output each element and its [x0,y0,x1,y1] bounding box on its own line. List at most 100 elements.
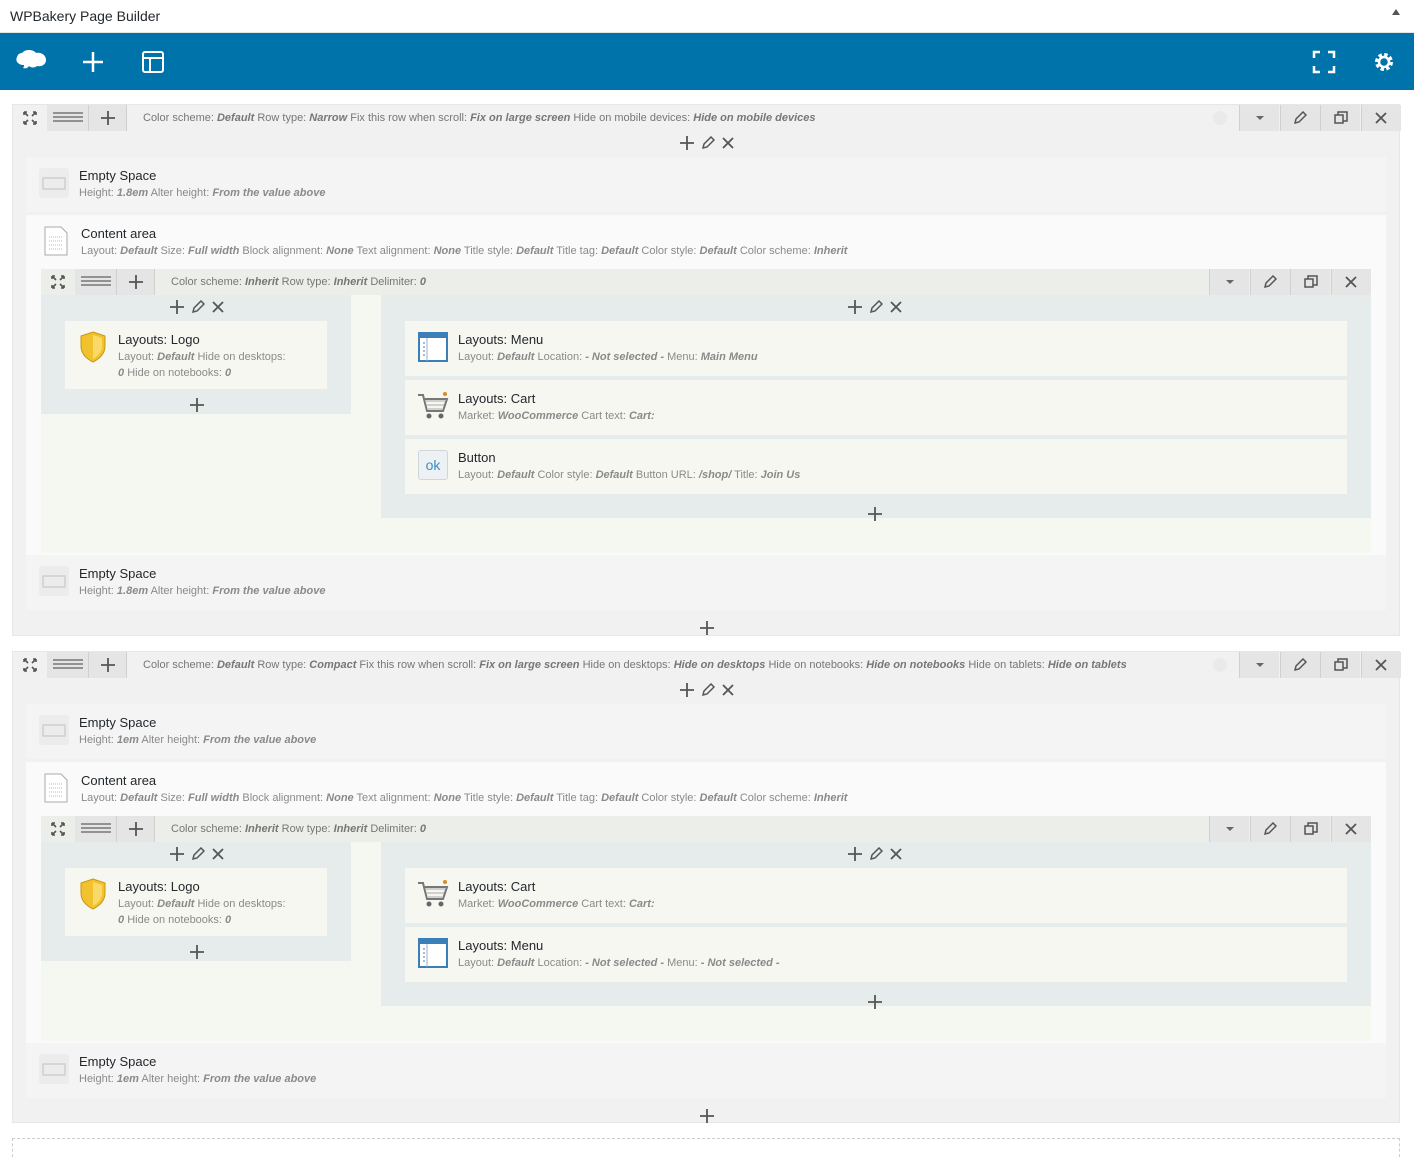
menu-element[interactable]: Layouts: Menu Layout: Default Location: -… [405,927,1347,982]
edit-column-icon[interactable] [869,299,884,317]
param-label: Height: [79,1073,117,1085]
empty-space-icon [38,714,70,746]
drag-handle-icon[interactable] [47,105,89,131]
param-label: Layout: [118,898,158,910]
element-name: Layouts: Menu [458,332,544,347]
edit-column-icon[interactable] [191,299,206,317]
add-element-icon[interactable] [169,846,185,865]
add-element-icon[interactable] [169,299,185,318]
fullscreen-icon[interactable] [1299,33,1349,90]
param-label: Color style: [537,469,596,481]
delete-row-icon[interactable] [1360,105,1401,131]
param-label: Color style: [641,245,700,257]
add-element-icon[interactable] [699,1106,715,1128]
clone-row-icon[interactable] [1290,269,1330,295]
drag-handle-icon[interactable] [75,269,117,295]
edit-row-icon[interactable] [1279,652,1320,678]
empty-space-icon [38,167,70,199]
clone-row-icon[interactable] [1320,652,1360,678]
param-value: WooCommerce [497,410,579,422]
column-controls [679,682,735,701]
logo-element[interactable]: Layouts: Logo Layout: Default Hide on des… [65,321,327,389]
param-value: Hide on desktops [673,659,766,671]
delete-column-icon[interactable] [211,300,225,317]
param-label: Alter height: [150,187,213,199]
param-label: Row type: [281,823,334,835]
add-column-icon[interactable] [117,816,155,842]
edit-column-icon[interactable] [869,846,884,864]
edit-row-icon[interactable] [1249,816,1290,842]
add-element-icon[interactable] [867,992,883,1014]
clone-row-icon[interactable] [1320,105,1360,131]
cart-element[interactable]: Layouts: Cart Market: WooCommerce Cart te… [405,380,1347,435]
panel-header: WPBakery Page Builder [0,0,1414,33]
delete-row-icon[interactable] [1360,652,1401,678]
delete-row-icon[interactable] [1330,816,1371,842]
expand-icon[interactable] [13,105,47,131]
content-element[interactable]: Content area Layout: Default Size: Full w… [28,762,1378,812]
edit-column-icon[interactable] [701,682,716,700]
collapse-arrow-icon[interactable] [1392,9,1400,15]
expand-icon[interactable] [41,816,75,842]
add-element-icon[interactable] [847,846,863,865]
menu-element[interactable]: Layouts: Menu Layout: Default Location: -… [405,321,1347,376]
space-element[interactable]: Empty Space Height: 1em Alter height: Fro… [26,1043,1386,1098]
expand-icon[interactable] [41,269,75,295]
add-element-icon[interactable] [699,618,715,640]
expand-icon[interactable] [13,652,47,678]
add-row-dropzone[interactable] [12,1138,1400,1157]
param-label: Size: [160,792,188,804]
clone-row-icon[interactable] [1290,816,1330,842]
space-element[interactable]: Empty Space Height: 1.8em Alter height: F… [26,157,1386,212]
param-value: 0 [118,914,125,926]
delete-row-icon[interactable] [1330,269,1371,295]
param-label: Title: [734,469,761,481]
param-label: Hide on desktops: [197,898,286,910]
delete-column-icon[interactable] [211,847,225,864]
toggle-row-icon[interactable] [1239,652,1279,678]
row-controls: Color scheme: Default Row type: Compact … [13,652,1401,678]
wpbakery-cloud-icon[interactable] [6,33,56,90]
edit-row-icon[interactable] [1249,269,1290,295]
edit-row-icon[interactable] [1279,105,1320,131]
content-element[interactable]: Content area Layout: Default Size: Full w… [28,215,1378,265]
delete-column-icon[interactable] [889,300,903,317]
add-column-icon[interactable] [117,269,155,295]
drag-handle-icon[interactable] [47,652,89,678]
add-element-icon[interactable] [679,682,695,701]
row-params: Color scheme: Default Row type: Compact … [143,659,1127,671]
toggle-row-icon[interactable] [1209,816,1249,842]
param-value: 0 [118,367,125,379]
delete-column-icon[interactable] [889,847,903,864]
add-element-icon[interactable] [68,33,118,90]
param-label: Layout: [458,469,498,481]
add-element-icon[interactable] [867,504,883,526]
space-element[interactable]: Empty Space Height: 1.8em Alter height: F… [26,555,1386,610]
param-label: Layout: [458,351,498,363]
space-element[interactable]: Empty Space Height: 1em Alter height: Fro… [26,704,1386,759]
toggle-row-icon[interactable] [1209,269,1249,295]
param-value: Default [120,792,158,804]
add-element-icon[interactable] [189,395,205,417]
panel-title: WPBakery Page Builder [10,8,161,24]
delete-column-icon[interactable] [721,136,735,153]
add-element-icon[interactable] [679,135,695,154]
gear-icon[interactable] [1359,33,1409,90]
cart-element[interactable]: Layouts: Cart Market: WooCommerce Cart te… [405,868,1347,923]
edit-column-icon[interactable] [701,135,716,153]
add-column-icon[interactable] [89,652,127,678]
templates-icon[interactable] [128,33,178,90]
param-value: None [326,792,354,804]
add-element-icon[interactable] [189,942,205,964]
drag-handle-icon[interactable] [75,816,117,842]
logo-element[interactable]: Layouts: Logo Layout: Default Hide on des… [65,868,327,936]
param-value: 0 [419,276,426,288]
add-element-icon[interactable] [847,299,863,318]
button-element[interactable]: ok Button Layout: Default Color style: Def… [405,439,1347,494]
add-column-icon[interactable] [89,105,127,131]
edit-column-icon[interactable] [191,846,206,864]
inner-row: Color scheme: Inherit Row type: Inherit … [41,269,1371,553]
toggle-row-icon[interactable] [1239,105,1279,131]
delete-column-icon[interactable] [721,683,735,700]
param-label: Color scheme: [739,245,814,257]
